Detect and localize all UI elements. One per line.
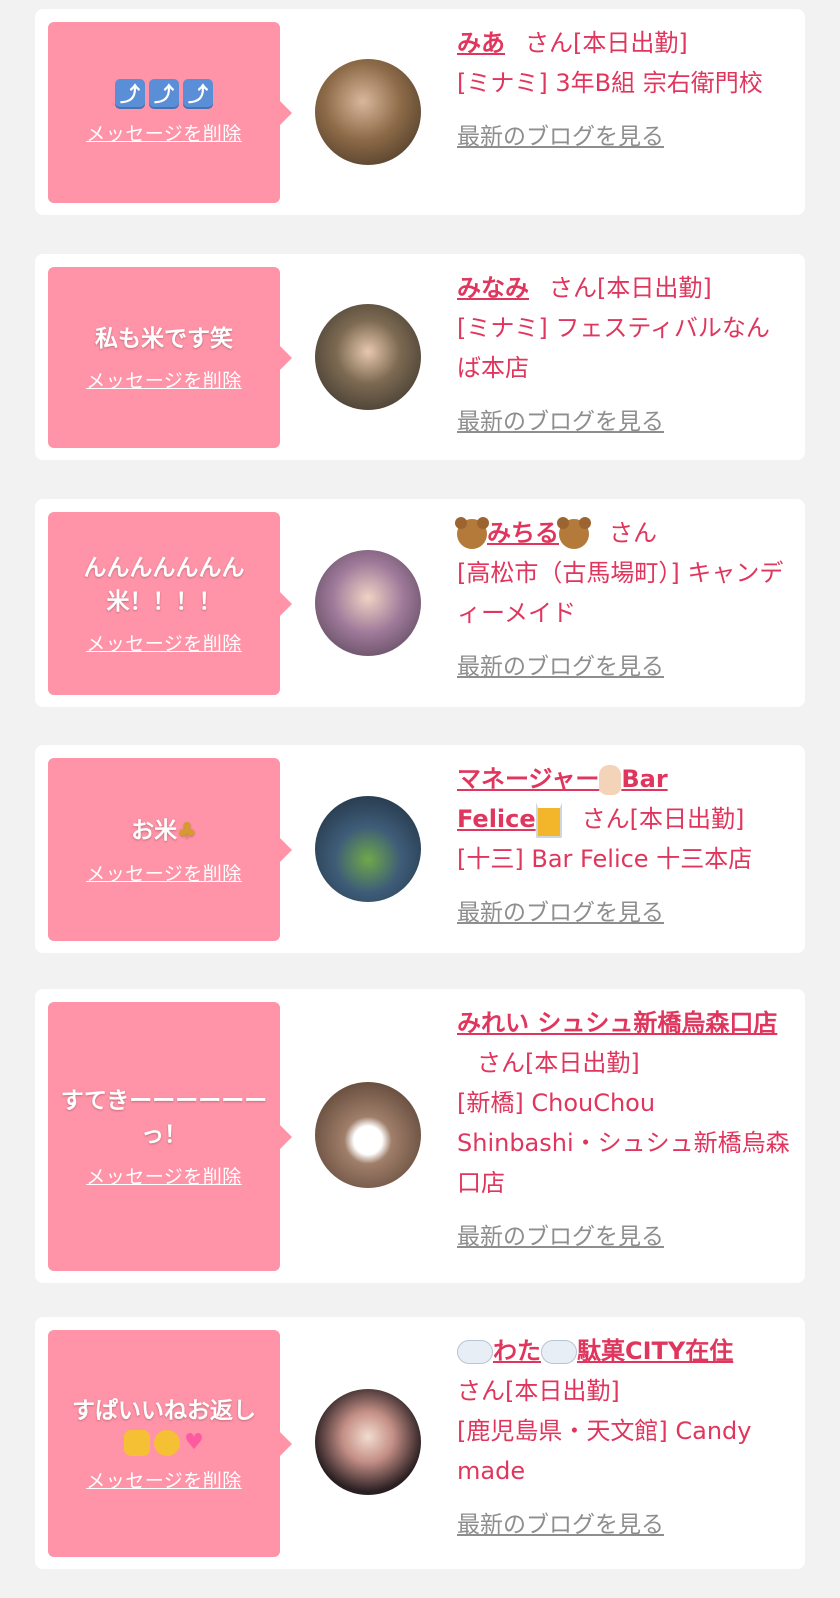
honorific: さん [581, 805, 630, 833]
delete-message-link[interactable]: メッセージを削除 [86, 119, 242, 146]
message-bubble: ⤴ ⤴ ⤴ メッセージを削除 [48, 22, 292, 203]
avatar[interactable] [315, 550, 421, 656]
cast-info: わた 駄菓CITY在住 さん[本日出勤] [鹿児島県・天文館] Candy mad… [457, 1331, 792, 1545]
latest-blog-link[interactable]: 最新のブログを見る [457, 117, 792, 157]
honorific: さん [549, 274, 597, 302]
rice-plant-icon: ♣ [177, 818, 197, 844]
shop-name: [十三] Bar Felice 十三本店 [457, 845, 753, 873]
cast-name-link[interactable]: みちる [487, 519, 559, 547]
cast-info: みれい シュシュ新橋烏森口店さん[本日出勤] [新橋] ChouChou Shi… [457, 1003, 792, 1257]
honorific: さん [525, 29, 573, 57]
message-bubble: 私も米です笑 メッセージを削除 [48, 267, 292, 448]
latest-blog-link[interactable]: 最新のブログを見る [457, 1217, 792, 1257]
beer-mug-icon [535, 802, 562, 838]
cloud-icon [457, 1340, 493, 1364]
cast-name-link[interactable]: みあ [457, 29, 505, 57]
message-emoji-row: ♥ [124, 1430, 204, 1456]
attendance-status: [本日出勤] [525, 1049, 640, 1077]
up-arrow-icon: ⤴ [149, 79, 179, 109]
cast-info: みちる さん [高松市（古馬場町）] キャンディーメイド 最新のブログを見る [455, 513, 792, 687]
delete-message-link[interactable]: メッセージを削除 [86, 629, 242, 656]
cast-name-link[interactable]: みなみ [457, 274, 529, 302]
message-emoji-row: ⤴ ⤴ ⤴ [115, 79, 213, 109]
shop-name: [ミナミ] 3年B組 宗右衛門校 [457, 69, 763, 97]
latest-blog-link[interactable]: 最新のブログを見る [457, 893, 792, 933]
message-bubble: お米♣ メッセージを削除 [48, 758, 292, 941]
honorific: さん [609, 519, 657, 547]
confounded-face-icon [154, 1430, 181, 1456]
latest-blog-link[interactable]: 最新のブログを見る [457, 402, 792, 442]
cloud-icon [541, 1340, 577, 1364]
attendance-status: [本日出勤] [505, 1377, 620, 1405]
honorific: さん [477, 1049, 525, 1077]
message-bubble: んんんんんんん米！！！！ メッセージを削除 [48, 512, 292, 695]
message-card: すぱいいねお返し ♥ メッセージを削除 わた 駄菓CITY在住 さん[本日出勤] … [35, 1317, 805, 1569]
message-text: 私も米です笑 [95, 326, 233, 352]
cast-info: みあ さん[本日出勤] [ミナミ] 3年B組 宗右衛門校 最新のブログを見る [457, 23, 792, 157]
message-text: んんんんんんん米！！！！ [83, 555, 245, 615]
message-card: んんんんんんん米！！！！ メッセージを削除 みちる さん [高松市（古馬場町）] … [35, 499, 805, 707]
attendance-status: [本日出勤] [629, 805, 745, 833]
cast-name-link[interactable]: みれい シュシュ新橋烏森口店 [457, 1009, 777, 1037]
message-bubble: すてきーーーーーーっ！ メッセージを削除 [48, 1002, 292, 1271]
delete-message-link[interactable]: メッセージを削除 [86, 366, 242, 393]
bear-icon [557, 517, 591, 549]
attendance-status: [本日出勤] [597, 274, 712, 302]
shop-name: [高松市（古馬場町）] キャンディーメイド [457, 559, 784, 627]
up-arrow-icon: ⤴ [183, 79, 213, 109]
hand-gesture-icon [599, 765, 622, 795]
avatar[interactable] [315, 304, 421, 410]
bear-icon [455, 517, 489, 549]
thumbs-up-icon [124, 1430, 151, 1456]
message-bubble: すぱいいねお返し ♥ メッセージを削除 [48, 1330, 292, 1557]
honorific: さん [457, 1377, 505, 1405]
shop-name: [ミナミ] フェスティバルなんば本店 [457, 314, 770, 382]
shop-name: [新橋] ChouChou Shinbashi・シュシュ新橋烏森口店 [457, 1089, 790, 1197]
avatar[interactable] [315, 796, 421, 902]
message-card: ⤴ ⤴ ⤴ メッセージを削除 みあ さん[本日出勤] [ミナミ] 3年B組 宗右衛… [35, 9, 805, 215]
avatar[interactable] [315, 1082, 421, 1188]
shop-name: [鹿児島県・天文館] Candy made [457, 1417, 752, 1485]
delete-message-link[interactable]: メッセージを削除 [86, 1162, 242, 1189]
avatar[interactable] [315, 59, 421, 165]
latest-blog-link[interactable]: 最新のブログを見る [457, 647, 792, 687]
avatar[interactable] [315, 1389, 421, 1495]
message-card: お米♣ メッセージを削除 マネージャー Bar Felice さん[本日出勤] [十三… [35, 745, 805, 953]
cast-info: みなみ さん[本日出勤] [ミナミ] フェスティバルなんば本店 最新のブログを見る [457, 268, 792, 442]
cast-info: マネージャー Bar Felice さん[本日出勤] [十三] Bar Felice … [457, 759, 792, 933]
delete-message-link[interactable]: メッセージを削除 [86, 859, 242, 886]
message-text: すてきーーーーーーっ！ [60, 1088, 268, 1148]
message-text: すぱいいねお返し [72, 1398, 256, 1424]
attendance-status: [本日出勤] [573, 29, 688, 57]
message-text: お米♣ [131, 817, 197, 844]
message-card: すてきーーーーーーっ！ メッセージを削除 みれい シュシュ新橋烏森口店さん[本日… [35, 989, 805, 1283]
two-hearts-icon: ♥ [184, 1430, 204, 1455]
cast-name-link[interactable]: わた 駄菓CITY在住 [493, 1337, 733, 1365]
message-card: 私も米です笑 メッセージを削除 みなみ さん[本日出勤] [ミナミ] フェスティバ… [35, 254, 805, 460]
up-arrow-icon: ⤴ [115, 79, 145, 109]
delete-message-link[interactable]: メッセージを削除 [86, 1466, 242, 1493]
latest-blog-link[interactable]: 最新のブログを見る [457, 1505, 792, 1545]
